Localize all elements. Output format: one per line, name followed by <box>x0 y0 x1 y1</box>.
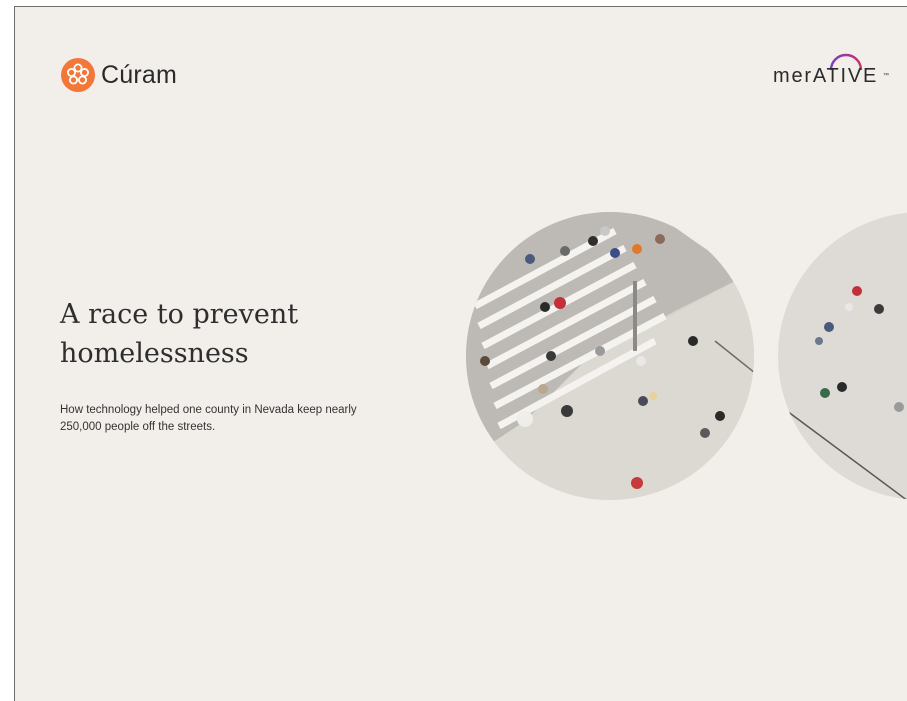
curam-flower-icon <box>61 58 95 92</box>
merative-trademark: ™ <box>883 73 889 79</box>
document-title: A race to prevent homelessness <box>60 299 299 369</box>
curam-logo: Cúram <box>61 58 177 92</box>
cover-page: Cúram merATIVE ™ A race to prevent homel… <box>14 6 907 701</box>
aerial-crosswalk-pedestrians-photo <box>466 212 754 500</box>
merative-wordmark: merATIVE <box>773 65 879 87</box>
merative-logo: merATIVE ™ <box>773 51 891 93</box>
curam-wordmark: Cúram <box>101 60 178 89</box>
document-subtitle: How technology helped one county in Neva… <box>60 404 357 433</box>
aerial-plaza-pedestrians-photo <box>778 212 907 500</box>
